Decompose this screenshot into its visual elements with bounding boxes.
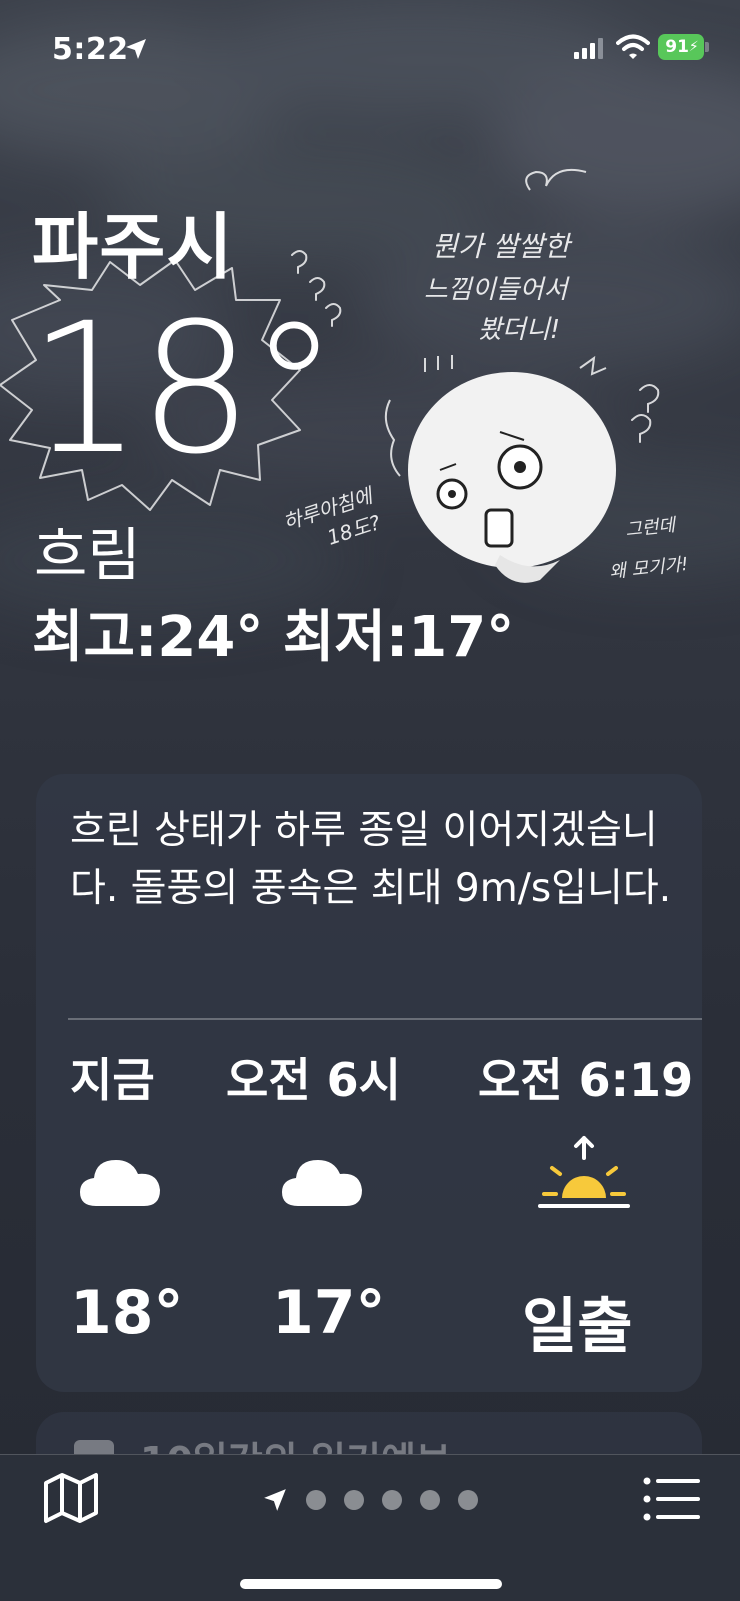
charging-bolt-icon: ⚡ — [688, 39, 699, 55]
current-temperature: 18° — [28, 285, 339, 494]
forecast-summary: 흐린 상태가 하루 종일 이어지겠습니다. 돌풍의 풍속은 최대 9m/s입니다… — [70, 808, 672, 911]
bottom-toolbar — [0, 1454, 740, 1601]
cell-signal-icon — [574, 38, 603, 59]
page-dot[interactable] — [458, 1490, 478, 1510]
doodle-text-6: 그런데 — [624, 515, 678, 541]
city-name: 파주시 — [32, 205, 234, 289]
page-indicator[interactable] — [262, 1485, 478, 1515]
sunrise-icon — [538, 1136, 630, 1208]
list-icon[interactable] — [642, 1475, 700, 1523]
doodle-text-2: 느낌이들어서 — [424, 275, 571, 305]
doodle-face — [408, 372, 616, 568]
status-bar: 5:22 91 ⚡ — [0, 0, 740, 96]
status-time: 5:22 — [52, 32, 129, 67]
cloud-icon — [282, 1160, 362, 1206]
location-arrow-icon — [126, 39, 146, 59]
page-dot[interactable] — [382, 1490, 402, 1510]
doodle-text-1: 뭔가 쌀쌀한 — [432, 230, 573, 263]
card-divider — [68, 1018, 702, 1020]
page-dot[interactable] — [420, 1490, 440, 1510]
hour-temperature: 18° — [70, 1278, 184, 1348]
hour-value-sunrise: 일출 — [522, 1292, 633, 1362]
hour-label: 오전 6:19 — [478, 1053, 694, 1107]
doodle-text-7: 왜 모기가! — [608, 554, 689, 583]
hour-label: 지금 — [70, 1053, 155, 1107]
hourly-forecast-card[interactable]: 흐린 상태가 하루 종일 이어지겠습니다. 돌풍의 풍속은 최대 9m/s입니다… — [36, 774, 702, 1392]
location-arrow-icon[interactable] — [262, 1487, 288, 1513]
cloud-icon — [80, 1160, 160, 1206]
map-icon[interactable] — [42, 1471, 100, 1525]
wifi-icon — [616, 34, 650, 59]
home-indicator[interactable] — [240, 1579, 502, 1589]
weather-condition: 흐림 — [34, 521, 141, 589]
page-dot[interactable] — [344, 1490, 364, 1510]
hour-temperature: 17° — [272, 1278, 386, 1348]
doodle-text-3: 봤더니! — [478, 315, 560, 345]
battery-level: 91 — [665, 37, 689, 57]
battery-cap — [705, 42, 709, 52]
page-dot[interactable] — [306, 1490, 326, 1510]
battery-indicator: 91 ⚡ — [658, 34, 704, 60]
doodle-text-5: 18도? — [324, 510, 384, 550]
hour-label: 오전 6시 — [226, 1053, 401, 1107]
high-low-temperature: 최고:24° 최저:17° — [32, 605, 515, 670]
